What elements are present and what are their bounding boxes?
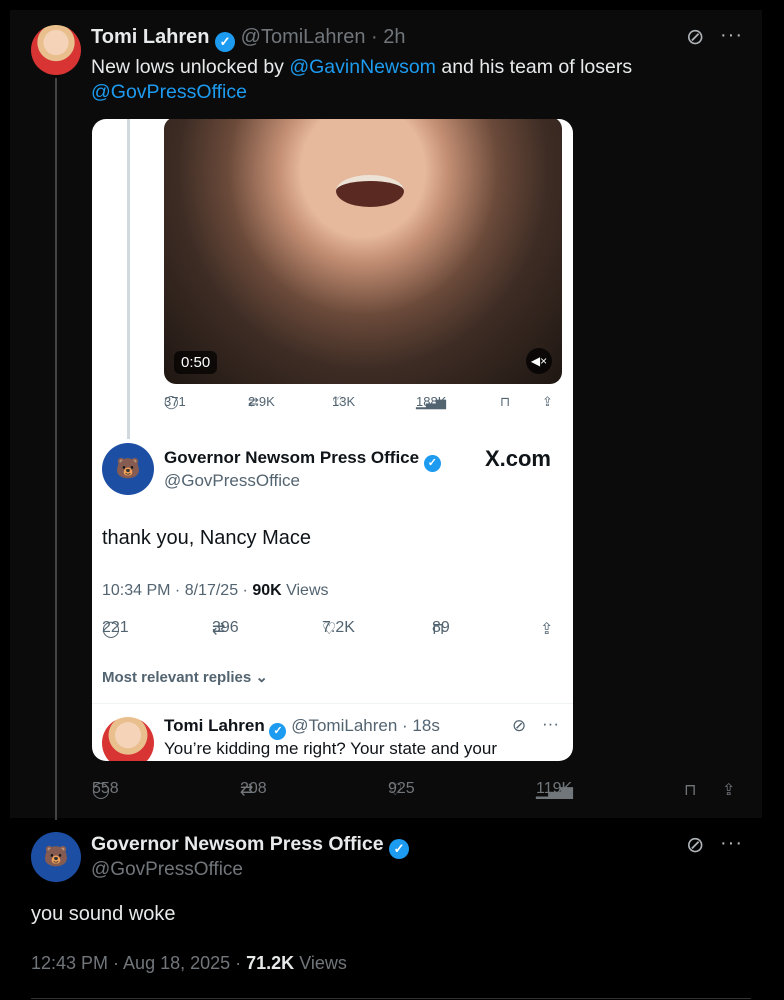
more-icon[interactable]: ··· (542, 714, 559, 734)
thread-line (55, 78, 57, 820)
video-player[interactable]: 0:50 ◀× (164, 119, 562, 384)
card-time: 10:34 PM · 8/17/25 · (102, 582, 253, 599)
reply-author-name[interactable]: Tomi Lahren (164, 716, 265, 735)
card-bookmark-count: 89 (432, 619, 450, 636)
divider (31, 998, 751, 999)
reply-tweet-views-label: Views (294, 953, 347, 973)
reply-author-handle[interactable]: @TomiLahren · 18s (291, 716, 440, 735)
reply-avatar[interactable] (102, 717, 154, 761)
reply-text: You’re kidding me right? Your state and … (164, 739, 497, 758)
video-duration: 0:50 (174, 351, 218, 374)
reply-count: 558 (92, 780, 119, 797)
reply-tweet-text: you sound woke (31, 903, 176, 925)
views-count: 188K (416, 394, 447, 409)
share-icon[interactable]: ⇪ (722, 780, 735, 800)
tweet-text: New lows unlocked by @GavinNewsom and hi… (91, 56, 632, 79)
card-views-count: 90K (252, 582, 282, 599)
bookmark-icon[interactable]: ⊓ (684, 780, 696, 800)
relevant-replies-label: Most relevant replies (102, 669, 252, 686)
grok-icon[interactable]: ⊘ (512, 716, 526, 736)
card-repost-count: 396 (212, 619, 239, 636)
grok-icon[interactable]: ⊘ (686, 24, 704, 50)
more-icon[interactable]: ··· (720, 832, 743, 855)
avatar[interactable] (31, 25, 81, 75)
share-icon[interactable]: ⇪ (542, 394, 553, 410)
card-author-label[interactable]: Governor Newsom Press Office (164, 448, 419, 467)
gov-avatar[interactable]: 🐻 (102, 443, 154, 495)
mention-link[interactable]: @GovPressOffice (91, 81, 247, 103)
reply-tweet-author-name[interactable]: Governor Newsom Press Office (91, 833, 384, 855)
author-handle[interactable]: @TomiLahren (241, 26, 366, 48)
reply-tweet-meta: 12:43 PM · Aug 18, 2025 · 71.2K Views (31, 953, 347, 974)
card-author-handle[interactable]: @GovPressOffice (164, 471, 300, 491)
tweet-time[interactable]: · 2h (371, 26, 405, 48)
reply-tweet-author: Governor Newsom Press Office ✓ (91, 833, 410, 859)
repost-count: 2.9K (248, 394, 275, 409)
grok-icon[interactable]: ⊘ (686, 832, 704, 858)
mention-link[interactable]: @GavinNewsom (289, 56, 436, 78)
x-logo: X.com (484, 446, 551, 471)
mute-icon[interactable]: ◀× (526, 348, 552, 374)
video-frame (336, 175, 404, 207)
divider (92, 703, 573, 704)
verified-icon: ✓ (269, 723, 287, 740)
share-icon[interactable]: ⇪ (540, 619, 553, 639)
repost-count: 208 (240, 780, 267, 797)
reply-tweet-views-count: 71.2K (246, 953, 295, 973)
card-tweet-meta: 10:34 PM · 8/17/25 · 90K Views (102, 582, 329, 600)
card-views-label: Views (281, 582, 329, 599)
tweet-text-part: New lows unlocked by (91, 56, 290, 78)
tweet-text-part: and his team of losers (435, 56, 633, 78)
more-icon[interactable]: ··· (720, 24, 743, 47)
tweet-header: Tomi Lahren ✓ @TomiLahren · 2h (91, 26, 406, 52)
like-count: 13K (332, 394, 356, 409)
reply-tweet-time[interactable]: 12:43 PM · Aug 18, 2025 · (31, 953, 246, 973)
verified-icon: ✓ (389, 839, 410, 859)
verified-icon: ✓ (215, 32, 236, 52)
chevron-down-icon: ⌄ (255, 669, 268, 686)
card-thread-line (127, 119, 130, 439)
gov-avatar[interactable]: 🐻 (31, 832, 81, 882)
card-tweet-text: thank you, Nancy Mace (102, 527, 311, 549)
card-author-name: Governor Newsom Press Office ✓ (164, 448, 441, 472)
card-like-count: 7.2K (322, 619, 355, 636)
author-name[interactable]: Tomi Lahren (91, 26, 210, 48)
verified-icon: ✓ (423, 455, 441, 472)
card-reply-count: 221 (102, 619, 129, 636)
reply-header: Tomi Lahren ✓ @TomiLahren · 18s (164, 716, 440, 740)
reply-count: 371 (164, 394, 186, 409)
relevant-replies-dropdown[interactable]: Most relevant replies ⌄ (102, 668, 268, 686)
embedded-screenshot[interactable]: 0:50 ◀× ◯ 371 ⇄ 2.9K ♡ 13K ▁▃▅ 188K ⊓ ⇪ … (92, 119, 573, 761)
reply-tweet-handle[interactable]: @GovPressOffice (91, 859, 243, 881)
views-count: 119K (536, 780, 573, 797)
like-count: 925 (388, 780, 415, 797)
bookmark-icon[interactable]: ⊓ (500, 394, 510, 410)
tweet-text-line2: @GovPressOffice (91, 81, 247, 104)
